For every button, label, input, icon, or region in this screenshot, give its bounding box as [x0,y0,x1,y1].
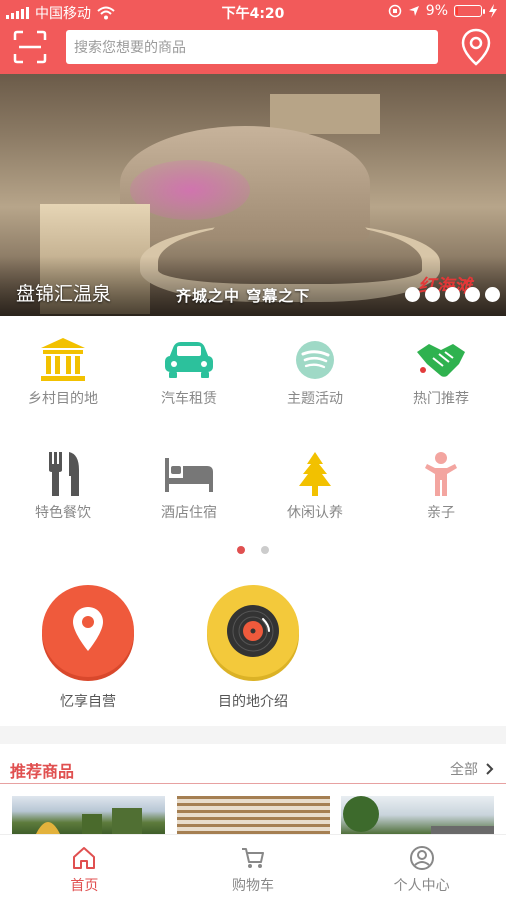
spotify-like-icon [296,341,334,379]
cart-icon [242,848,264,868]
orientation-lock-icon [388,4,402,18]
feature-circle [207,585,299,677]
scan-qr-button[interactable] [12,29,48,65]
bottom-tab-bar: 首页 购物车 个人中心 [0,834,506,900]
category-hot-recommend[interactable]: 热门推荐 [378,330,504,410]
chevron-right-icon [486,763,494,775]
search-input[interactable] [74,30,438,64]
fork-knife-icon [49,452,79,496]
category-label: 酒店住宿 [161,504,217,520]
category-label: 亲子 [427,504,455,520]
banner-slogan: 齐城之中 穹幕之下 [176,287,311,305]
category-car-rental[interactable]: 汽车租赁 [126,330,252,410]
feature-label: 目的地介绍 [218,693,288,709]
tab-label: 购物车 [232,878,274,894]
category-label: 热门推荐 [413,390,469,406]
hero-banner[interactable]: 盘锦汇温泉 齐城之中 穹幕之下 红海滩 [0,74,506,316]
recommended-products [0,796,506,834]
banner-dot[interactable] [425,287,440,302]
category-pager[interactable] [0,546,506,554]
category-label: 汽车租赁 [161,390,217,406]
recommended-header: 推荐商品 全部 [0,744,506,784]
view-all-label: 全部 [450,762,478,778]
category-leisure-adoption[interactable]: 休闲认养 [252,444,378,524]
category-parent-child[interactable]: 亲子 [378,444,504,524]
banner-dot[interactable] [485,287,500,302]
section-divider [0,726,506,744]
banner-dot[interactable] [465,287,480,302]
tab-label: 首页 [70,878,99,894]
handshake-icon [417,344,465,377]
map-pin-icon [461,28,491,66]
product-thumbnail[interactable] [12,796,165,834]
category-label: 特色餐饮 [35,504,91,520]
search-bar[interactable] [66,30,438,64]
product-thumbnail[interactable] [341,796,494,834]
bed-icon [165,458,213,492]
tab-profile[interactable]: 个人中心 [337,835,506,900]
battery-icon [454,5,485,17]
category-special-dining[interactable]: 特色餐饮 [0,444,126,524]
banner-caption: 盘锦汇温泉 [16,283,112,305]
rural-building-icon [41,338,85,381]
feature-circle [42,585,134,677]
tab-label: 个人中心 [393,878,450,894]
tab-home[interactable]: 首页 [0,835,169,900]
category-rural-destination[interactable]: 乡村目的地 [0,330,126,410]
location-arrow-icon [408,6,419,16]
user-icon [409,846,434,870]
status-bar: 中国移动 下午4:20 9% [0,0,506,24]
banner-dot[interactable] [445,287,460,302]
location-button[interactable] [460,28,492,66]
recommended-title: 推荐商品 [10,762,75,781]
category-grid: 乡村目的地 汽车租赁 主题活动 热门推荐 特色餐饮 酒店住宿 休闲认养 亲子 [0,330,506,530]
charging-bolt-icon [489,4,497,18]
banner-pagination[interactable] [405,287,500,302]
home-icon [73,847,96,869]
feature-destination-intro[interactable]: 目的地介绍 [188,585,318,715]
product-thumbnail[interactable] [177,796,330,834]
pager-dot-active[interactable] [237,546,245,554]
vinyl-record-icon [227,605,279,657]
category-theme-activities[interactable]: 主题活动 [252,330,378,410]
location-pin-icon [73,607,103,651]
top-header: 中国移动 下午4:20 9% [0,0,506,74]
category-label: 主题活动 [287,390,343,406]
feature-label: 忆享自营 [60,693,116,709]
category-label: 乡村目的地 [28,390,98,406]
battery-percent: 9% [425,3,448,19]
car-icon [165,342,213,378]
view-all-link[interactable]: 全部 [450,759,494,779]
scan-icon [13,30,47,64]
banner-dot[interactable] [405,287,420,302]
tree-icon [299,452,331,496]
category-label: 休闲认养 [287,504,343,520]
child-icon [425,452,457,496]
feature-self-operated[interactable]: 忆享自营 [23,585,153,715]
tab-cart[interactable]: 购物车 [169,835,338,900]
pager-dot[interactable] [261,546,269,554]
category-hotel[interactable]: 酒店住宿 [126,444,252,524]
